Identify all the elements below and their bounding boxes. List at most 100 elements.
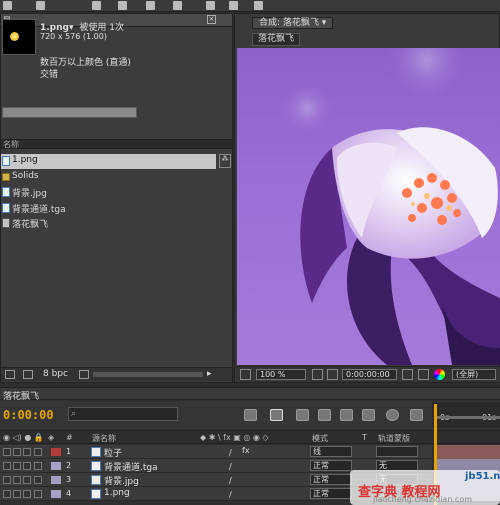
layer-number: 2 [66,461,72,470]
pan-tool-icon[interactable] [146,1,155,10]
lock-toggle-icon[interactable] [34,476,42,484]
blend-mode-dropdown[interactable]: 正常 [310,460,352,471]
switches-header: ◆ ✱ \ fx ▣ ◎ ◉ ◇ [200,433,269,442]
comp-mini-flowchart-icon[interactable] [244,409,257,421]
selection-tool-icon[interactable] [3,1,12,10]
audio-toggle-icon[interactable] [13,490,21,498]
project-item[interactable]: 背景.jpg [1,185,216,200]
video-toggle-icon[interactable] [3,462,11,470]
show-snapshot-icon[interactable] [418,369,429,380]
label-color-swatch[interactable] [51,448,61,456]
resolution-dropdown[interactable]: (全屏) [452,369,496,380]
close-icon[interactable]: × [207,15,216,24]
solo-toggle-icon[interactable] [23,476,31,484]
solo-toggle-icon[interactable] [23,462,31,470]
zoom-dropdown[interactable]: 100 % [256,369,306,380]
project-item[interactable]: Solids [1,170,216,185]
new-composition-icon[interactable] [23,370,33,379]
quality-switch-icon[interactable]: ∕ [229,490,232,499]
trash-icon[interactable] [79,370,89,379]
horizontal-scrollbar[interactable] [93,372,203,377]
track-matte-header[interactable]: 轨道蒙版 [378,433,410,444]
effects-switch[interactable]: fx [242,446,250,455]
footage-thumbnail [2,19,36,55]
clone-tool-icon[interactable] [254,1,263,10]
scroll-right-icon[interactable]: ▸ [207,369,212,379]
timeline-timecode[interactable]: 0:00:00 [3,408,54,422]
solo-toggle-icon[interactable] [23,490,31,498]
layer-duration-bar[interactable] [436,445,500,459]
draft-3d-icon[interactable] [296,409,309,421]
lock-toggle-icon[interactable] [34,448,42,456]
tools-toolbar [0,0,500,12]
audio-toggle-icon[interactable] [13,462,21,470]
channel-icon[interactable] [434,369,445,380]
hand-tool-icon[interactable] [36,1,45,10]
label-color-swatch[interactable] [51,490,61,498]
layer-number: 4 [66,489,72,498]
magnification-icon[interactable] [240,369,251,380]
camera-icon[interactable] [327,369,338,380]
project-item-name: Solids [12,170,39,181]
project-item[interactable]: 背景通道.tga [1,201,216,216]
name-column-header[interactable]: 名称 [3,139,19,150]
project-item-name: 落花飘飞 [12,220,49,230]
blend-mode-dropdown[interactable]: 正常 [310,488,352,499]
camera-tool-icon[interactable] [118,1,127,10]
time-ruler[interactable]: 0s 01s [432,402,500,428]
layer-name[interactable]: 粒子 [104,446,122,459]
motion-blur-icon[interactable] [362,409,375,421]
search-field[interactable] [2,107,137,118]
t-header: T [362,433,367,442]
flowchart-icon[interactable]: ⁂ [219,154,231,168]
footage-file-icon [2,202,10,213]
composition-tab[interactable]: 合成: 落花飘飞 ▾ [252,17,334,29]
timeline-tab-bar: 落花飘飞 [0,387,500,402]
graph-editor-icon[interactable] [386,409,399,421]
project-item[interactable]: 1.png [1,154,216,169]
blend-mode-dropdown[interactable]: 线 [310,446,352,457]
brush-tool-icon[interactable] [229,1,238,10]
label-color-swatch[interactable] [51,476,61,484]
audio-toggle-icon[interactable] [13,476,21,484]
composition-breadcrumb[interactable]: 落花飘飞 [252,33,301,46]
composition-viewer[interactable] [237,48,500,365]
pen-tool-icon[interactable] [173,1,182,10]
video-toggle-icon[interactable] [3,476,11,484]
rotate-tool-icon[interactable] [92,1,101,10]
av-features-icon: ◉ ◁) ● 🔒 [3,433,44,442]
audio-toggle-icon[interactable] [13,448,21,456]
track-matte-dropdown[interactable] [376,446,418,457]
lock-toggle-icon[interactable] [34,490,42,498]
quality-switch-icon[interactable]: ∕ [229,448,232,457]
quality-switch-icon[interactable]: ∕ [229,462,232,471]
mode-header[interactable]: 模式 [312,433,328,444]
grid-icon[interactable] [312,369,323,380]
live-update-icon[interactable] [270,409,283,421]
footage-file-icon [91,489,101,499]
bit-depth[interactable]: 8 bpc [43,369,68,379]
solo-toggle-icon[interactable] [23,448,31,456]
blend-mode-dropdown[interactable]: 正常 [310,474,352,485]
new-folder-icon[interactable] [5,370,15,379]
frame-blending-icon[interactable] [340,409,353,421]
brainstorm-icon[interactable] [410,409,423,421]
lock-toggle-icon[interactable] [34,462,42,470]
snapshot-icon[interactable] [402,369,413,380]
thumbnail-image [10,32,19,41]
label-color-swatch[interactable] [51,462,61,470]
text-tool-icon[interactable] [206,1,215,10]
layer-name[interactable]: 背景通道.tga [104,460,158,473]
timeline-layer-row[interactable]: 1 粒子 线 ∕ fx [0,445,432,459]
work-area-bar[interactable] [434,416,500,419]
layer-search-input[interactable]: ⌕ [68,407,178,421]
video-toggle-icon[interactable] [3,448,11,456]
project-item[interactable]: 落花飘飞 [1,216,216,231]
layer-name[interactable]: 1.png [104,488,130,498]
source-name-header[interactable]: 源名称 [92,433,116,444]
shy-layers-icon[interactable] [318,409,331,421]
video-toggle-icon[interactable] [3,490,11,498]
quality-switch-icon[interactable]: ∕ [229,476,232,485]
layer-name[interactable]: 背景.jpg [104,474,139,487]
current-time[interactable]: 0:00:00:00 [342,369,397,380]
